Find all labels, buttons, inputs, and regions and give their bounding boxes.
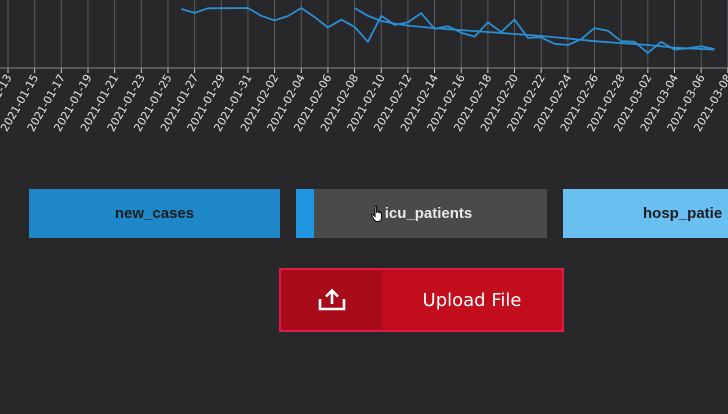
hosp-patients-label: hosp_patie	[643, 205, 723, 222]
upload-file-label: Upload File	[422, 289, 522, 311]
new-cases-label: new_cases	[114, 205, 195, 222]
icu-progress-fill	[296, 189, 314, 238]
series-line-1	[181, 7, 715, 54]
upload-icon-box	[281, 270, 382, 330]
icu-patients-button[interactable]: icu_patients	[296, 189, 547, 238]
upload-file-button[interactable]: Upload File	[279, 268, 564, 332]
app-stage: 2021-01-13 2021-01-15 2021-01-17 2021-01-19…	[0, 0, 728, 414]
hosp-patients-button[interactable]: hosp_patie	[563, 189, 728, 238]
hand-pointer-icon	[371, 205, 382, 222]
new-cases-button[interactable]: new_cases	[29, 189, 280, 238]
line-chart: 2021-01-132021-01-152021-01-172021-01-19…	[0, 0, 728, 134]
upload-icon	[318, 288, 345, 311]
